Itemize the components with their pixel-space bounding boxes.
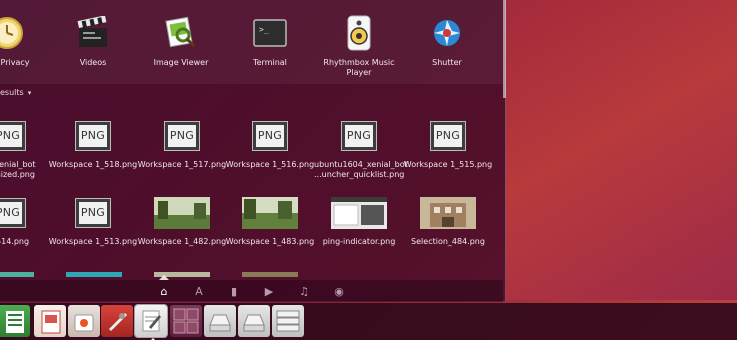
presentation-icon[interactable] <box>34 305 66 337</box>
music-icon[interactable]: ♫ <box>287 280 322 302</box>
chevron-down-icon: ▾ <box>27 89 32 97</box>
results-header[interactable]: esults ▾ <box>0 88 31 97</box>
png-file-icon: PNG <box>0 122 25 150</box>
partial-file-tile <box>66 272 122 277</box>
svg-text:>_: >_ <box>259 25 269 34</box>
system-settings-icon[interactable] <box>101 305 133 337</box>
file-tile[interactable]: PNG Workspace 1_518.png <box>48 116 138 170</box>
app-tile-terminal[interactable]: >_ Terminal <box>227 14 313 68</box>
dash-panel: y & Privacy Videos Image Viewer <box>0 0 506 302</box>
workspace-switcher-icon[interactable] <box>170 305 202 337</box>
file-label: Workspace 1_518.png <box>48 160 138 169</box>
png-file-icon: PNG <box>253 122 287 150</box>
launcher-dock <box>0 303 737 340</box>
partial-file-tile <box>0 272 34 277</box>
png-file-icon: PNG <box>431 122 465 150</box>
app-label: Image Viewer <box>153 58 209 67</box>
camera-icon[interactable]: ◉ <box>322 280 357 302</box>
app-tile-privacy[interactable]: y & Privacy <box>0 14 50 68</box>
file-label: Workspace 1_513.png <box>48 237 138 246</box>
file-tile[interactable]: PNG 1_514.png <box>0 193 53 247</box>
landscape-thumbnail <box>242 197 298 229</box>
app-tile-rhythmbox[interactable]: Rhythmbox Music Player <box>316 14 402 78</box>
file-label: Workspace 1_515.png <box>403 160 493 169</box>
png-file-icon: PNG <box>0 199 25 227</box>
png-file-icon: PNG <box>342 122 376 150</box>
file-label: Workspace 1_517.png <box>137 160 227 169</box>
file-tile[interactable]: Workspace 1_483.png <box>225 193 315 247</box>
desktop-wallpaper <box>505 0 737 300</box>
clock-privacy-icon <box>0 14 26 52</box>
png-file-icon: PNG <box>76 122 110 150</box>
file-label: Selection_484.png <box>411 237 485 246</box>
app-tile-shutter[interactable]: Shutter <box>404 14 490 68</box>
home-icon[interactable]: ⌂ <box>147 280 182 302</box>
file-tile[interactable]: Workspace 1_482.png <box>137 193 227 247</box>
file-label: Workspace 1_483.png <box>225 237 315 246</box>
spreadsheet-icon[interactable] <box>0 305 30 337</box>
file-tile[interactable]: PNG ubuntu1604_xenial_bot ...uncher_quic… <box>314 116 408 180</box>
file-label: Workspace 1_482.png <box>137 237 227 246</box>
applications-icon[interactable]: A <box>182 280 217 302</box>
files-icon[interactable]: ▮ <box>217 280 252 302</box>
file-label: Workspace 1_516.png <box>225 160 315 169</box>
file-label: ubuntu1604_xenial_bot ...uncher_quicklis… <box>314 160 408 179</box>
window-thumbnail <box>331 197 387 229</box>
results-label: esults <box>0 88 24 97</box>
video-icon[interactable]: ▶ <box>252 280 287 302</box>
file-tile[interactable]: ping-indicator.png <box>314 193 404 247</box>
app-tile-image-viewer[interactable]: Image Viewer <box>138 14 224 68</box>
partial-file-tile <box>242 272 298 277</box>
file-tile[interactable]: PNG Workspace 1_515.png <box>403 116 493 170</box>
landscape-thumbnail <box>154 197 210 229</box>
png-file-icon: PNG <box>76 199 110 227</box>
text-editor-icon[interactable] <box>134 304 168 338</box>
lens-bar: ⌂ A ▮ ▶ ♫ ◉ <box>0 280 503 302</box>
app-label: Rhythmbox Music Player <box>323 58 395 77</box>
terminal-icon: >_ <box>251 14 289 52</box>
app-label: Shutter <box>432 58 462 67</box>
clapperboard-icon <box>74 14 112 52</box>
file-tile[interactable]: Selection_484.png <box>403 193 493 247</box>
file-tile[interactable]: PNG 04_xenial_bot aximized.png <box>0 116 53 180</box>
speaker-icon <box>340 14 378 52</box>
file-tile[interactable]: PNG Workspace 1_517.png <box>137 116 227 170</box>
file-label: 1_514.png <box>0 237 30 246</box>
app-tile-videos[interactable]: Videos <box>50 14 136 68</box>
shutter-icon <box>428 14 466 52</box>
software-center-icon[interactable] <box>68 305 100 337</box>
file-label: 04_xenial_bot aximized.png <box>0 160 36 179</box>
drive-icon[interactable] <box>238 305 270 337</box>
file-tile[interactable]: PNG Workspace 1_513.png <box>48 193 138 247</box>
file-tile[interactable]: PNG Workspace 1_516.png <box>225 116 315 170</box>
drive-icon[interactable] <box>204 305 236 337</box>
png-file-icon: PNG <box>165 122 199 150</box>
app-label: Videos <box>79 58 107 67</box>
app-label: y & Privacy <box>0 58 30 67</box>
app-label: Terminal <box>253 58 287 67</box>
scrollbar[interactable] <box>503 0 506 98</box>
server-drives-icon[interactable] <box>272 305 304 337</box>
building-thumbnail <box>420 197 476 229</box>
image-viewer-icon <box>162 14 200 52</box>
file-label: ping-indicator.png <box>322 237 396 246</box>
